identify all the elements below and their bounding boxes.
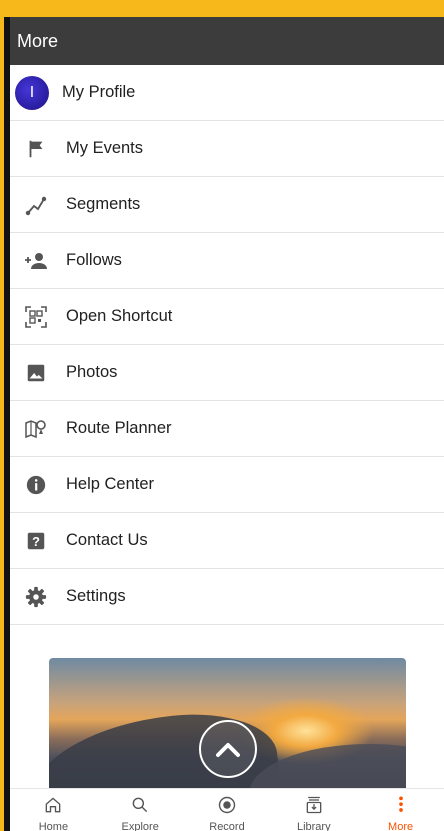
- menu-item-photos[interactable]: Photos: [10, 345, 444, 401]
- menu-item-route-planner[interactable]: Route Planner: [10, 401, 444, 457]
- more-vertical-icon: [398, 796, 403, 812]
- avatar-initial: I: [29, 83, 35, 101]
- menu-item-label: Route Planner: [66, 419, 172, 437]
- route-planner-icon: [10, 417, 62, 441]
- menu-item-label: Segments: [66, 195, 141, 213]
- qr-scan-icon: [10, 305, 62, 329]
- menu-item-help-center[interactable]: Help Center: [10, 457, 444, 513]
- nav-record[interactable]: Record: [187, 789, 267, 831]
- menu-item-label: Settings: [66, 587, 126, 605]
- nav-home[interactable]: Home: [13, 789, 93, 831]
- menu-item-settings[interactable]: Settings: [10, 569, 444, 625]
- add-person-icon: [10, 250, 62, 272]
- nav-label: Home: [38, 821, 69, 831]
- nav-label: Record: [209, 821, 245, 831]
- scroll-up-button[interactable]: [199, 720, 257, 778]
- nav-label: Explore: [121, 821, 159, 831]
- page-title: More: [17, 30, 59, 51]
- chevron-up-icon: [216, 743, 240, 757]
- gear-icon: [10, 586, 62, 608]
- nav-library[interactable]: Library: [274, 789, 354, 831]
- menu-list: I My Profile My Events Segments Follows …: [10, 65, 444, 625]
- segments-icon: [10, 193, 62, 217]
- library-icon: [306, 796, 322, 814]
- photos-icon: [10, 362, 62, 384]
- menu-item-my-events[interactable]: My Events: [10, 121, 444, 177]
- menu-item-label: Open Shortcut: [66, 307, 173, 325]
- device-frame: More I My Profile My Events Segments Fol…: [4, 17, 444, 831]
- nav-label: More: [388, 821, 414, 831]
- search-icon: [132, 797, 148, 813]
- svg-text:?: ?: [32, 534, 40, 549]
- menu-item-open-shortcut[interactable]: Open Shortcut: [10, 289, 444, 345]
- menu-item-label: Help Center: [66, 475, 155, 493]
- help-question-icon: ?: [10, 530, 62, 552]
- menu-item-label: My Events: [66, 139, 144, 157]
- menu-item-label: My Profile: [62, 83, 136, 101]
- menu-item-segments[interactable]: Segments: [10, 177, 444, 233]
- app-bar: More: [10, 17, 444, 65]
- menu-item-label: Follows: [66, 251, 122, 269]
- menu-item-follows[interactable]: Follows: [10, 233, 444, 289]
- record-icon: [218, 796, 236, 814]
- menu-item-contact-us[interactable]: ? Contact Us: [10, 513, 444, 569]
- nav-more[interactable]: More: [361, 789, 441, 831]
- menu-item-label: Photos: [66, 363, 118, 381]
- menu-item-my-profile[interactable]: I My Profile: [10, 65, 444, 121]
- bottom-navigation: Home Explore Record Library More: [10, 788, 444, 831]
- promo-image: [49, 658, 406, 798]
- screen: More I My Profile My Events Segments Fol…: [10, 17, 444, 831]
- nav-explore[interactable]: Explore: [100, 789, 180, 831]
- menu-item-label: Contact Us: [66, 531, 148, 549]
- home-icon: [46, 797, 61, 813]
- info-icon: [10, 474, 62, 496]
- flag-icon: [10, 138, 62, 160]
- nav-label: Library: [296, 821, 331, 831]
- avatar: I: [15, 75, 49, 110]
